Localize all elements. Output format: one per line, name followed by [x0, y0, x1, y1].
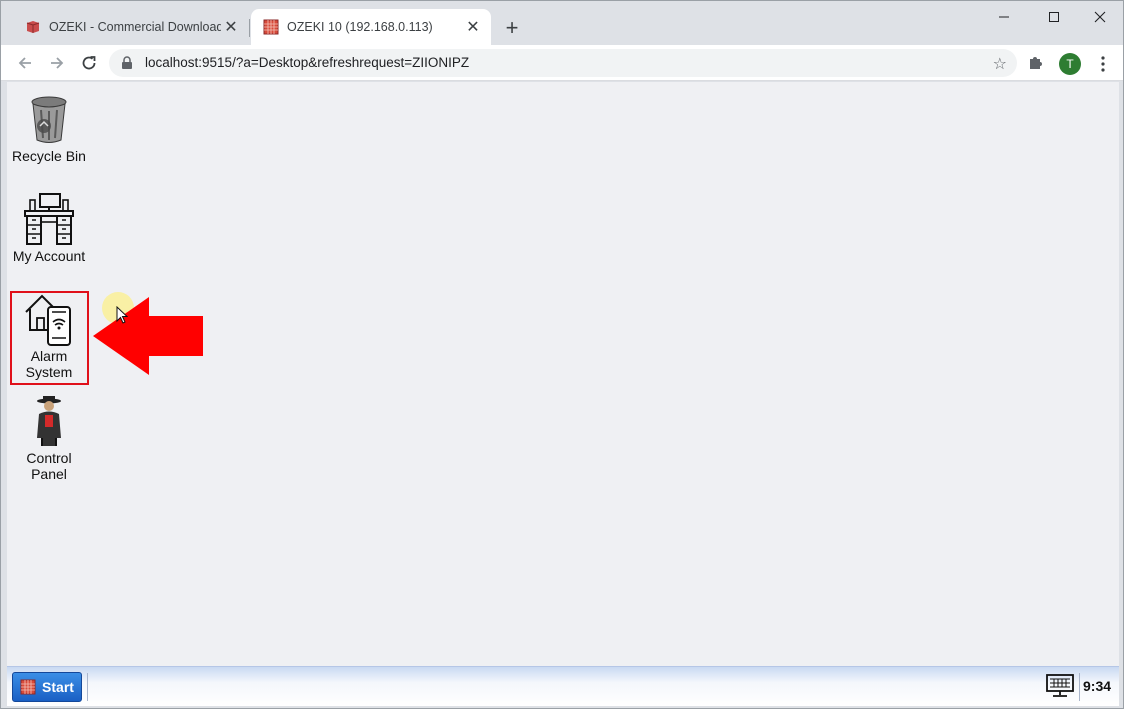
reload-icon [82, 56, 96, 70]
maximize-icon [1049, 12, 1059, 22]
tab-separator [249, 19, 250, 37]
address-bar[interactable]: localhost:9515/?a=Desktop&refreshrequest… [109, 49, 1017, 77]
back-arrow-icon [18, 57, 31, 69]
browser-menu-button[interactable] [1093, 52, 1113, 76]
close-icon[interactable]: ✕ [463, 17, 483, 37]
ozeki-grid-icon [263, 19, 279, 35]
ozeki-grid-icon [20, 679, 36, 695]
mouse-cursor-icon [116, 306, 128, 324]
browser-toolbar: localhost:9515/?a=Desktop&refreshrequest… [1, 45, 1123, 81]
back-button[interactable] [11, 49, 39, 77]
start-button[interactable]: Start [12, 672, 82, 702]
icon-label: My Account [12, 248, 86, 264]
tab-ozeki-commercial-download[interactable]: OZEKI - Commercial Download ✕ [13, 9, 249, 45]
browser-window: OZEKI - Commercial Download ✕ OZEKI 10 (… [0, 0, 1124, 709]
monitor-keyboard-icon[interactable] [1045, 674, 1075, 700]
icon-label-line1: Control [26, 450, 72, 466]
desktop-icon-control-panel[interactable]: Control Panel [7, 394, 91, 482]
forward-button[interactable] [43, 49, 71, 77]
taskbar-separator [87, 673, 88, 701]
forward-arrow-icon [51, 57, 64, 69]
icon-label-line2: Panel [31, 466, 67, 482]
agent-figure-icon [37, 396, 61, 446]
desktop-icon-recycle-bin[interactable]: Recycle Bin [7, 92, 91, 164]
taskbar: Start 9:34 [7, 666, 1119, 706]
taskbar-clock: 9:34 [1083, 678, 1112, 694]
ozeki-desktop: Recycle Bin My Account Alarm System Cont… [7, 82, 1119, 666]
kebab-menu-icon [1101, 56, 1105, 72]
close-icon[interactable]: ✕ [221, 17, 241, 37]
minimize-icon [999, 16, 1009, 18]
profile-avatar[interactable]: T [1059, 53, 1081, 75]
red-pointer-arrow-icon [93, 297, 203, 375]
tab-title: OZEKI 10 (192.168.0.113) [287, 20, 433, 34]
start-label: Start [42, 679, 74, 695]
recycle-bin-icon [31, 96, 67, 143]
tab-title: OZEKI - Commercial Download [49, 20, 221, 34]
desktop-icon-my-account[interactable]: My Account [7, 192, 91, 264]
tab-strip: OZEKI - Commercial Download ✕ OZEKI 10 (… [1, 1, 1123, 45]
close-icon [1094, 11, 1106, 23]
tray-separator [1079, 673, 1080, 701]
icon-label: Recycle Bin [12, 148, 86, 164]
reload-button[interactable] [75, 49, 103, 77]
maximize-button[interactable] [1031, 1, 1077, 33]
new-tab-button[interactable]: + [499, 15, 525, 41]
tab-ozeki-10[interactable]: OZEKI 10 (192.168.0.113) ✕ [251, 9, 491, 45]
close-window-button[interactable] [1077, 1, 1123, 33]
bookmark-star-icon[interactable]: ☆ [993, 54, 1007, 74]
minimize-button[interactable] [981, 1, 1027, 33]
desk-computer-icon [24, 193, 74, 245]
lock-icon [122, 56, 132, 69]
highlight-box [10, 291, 89, 385]
extensions-puzzle-icon[interactable] [1027, 53, 1045, 71]
url-text: localhost:9515/?a=Desktop&refreshrequest… [145, 55, 470, 70]
ozeki-box-icon [26, 21, 40, 33]
